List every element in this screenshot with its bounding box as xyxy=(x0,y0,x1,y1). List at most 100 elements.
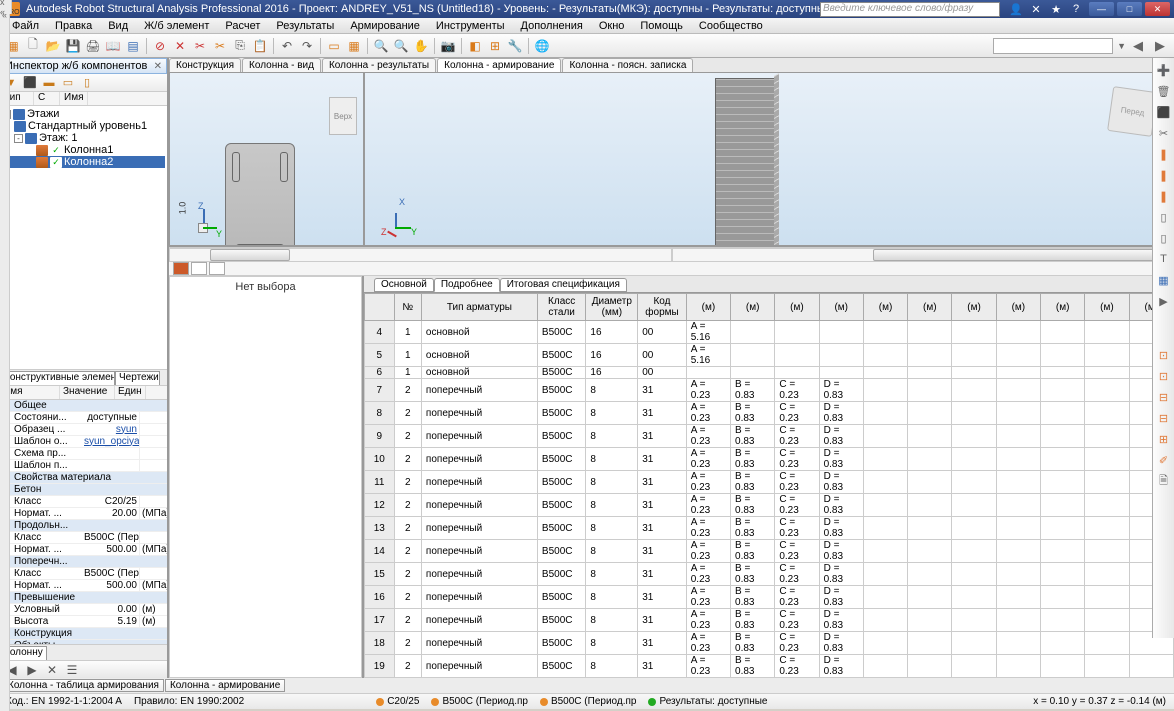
menu-community[interactable]: Сообщество xyxy=(691,20,771,32)
table-row[interactable]: 132поперечныйB500C831A = 0.23B = 0.83C =… xyxy=(365,517,1174,540)
search-input[interactable]: Введите ключевое слово/фразу xyxy=(820,2,1000,17)
inspector-close-icon[interactable]: ✕ xyxy=(154,61,162,72)
new-icon[interactable]: 🗋 xyxy=(24,37,42,55)
window-icon[interactable]: ▭ xyxy=(325,37,343,55)
help-icon[interactable]: ? xyxy=(1068,2,1084,16)
print-icon[interactable]: 🖨 xyxy=(84,37,102,55)
table-row[interactable]: 51основнойB500C1600A = 5.16 xyxy=(365,344,1174,367)
open-icon[interactable]: 📂 xyxy=(44,37,62,55)
rt-bar3-icon[interactable]: ❚ xyxy=(1155,187,1173,205)
table-row[interactable]: 192поперечныйB500C831A = 0.23B = 0.83C =… xyxy=(365,655,1174,678)
minimize-button[interactable]: — xyxy=(1089,2,1114,16)
table-row[interactable]: 172поперечныйB500C831A = 0.23B = 0.83C =… xyxy=(365,609,1174,632)
table-row[interactable]: 122поперечныйB500C831A = 0.23B = 0.83C =… xyxy=(365,494,1174,517)
maximize-button[interactable]: □ xyxy=(1117,2,1142,16)
rt-run-icon[interactable]: ▶ xyxy=(1155,292,1173,310)
tab-col-results[interactable]: Колонна - результаты xyxy=(322,58,436,72)
bottom-tab-table[interactable]: Колонна - таблица армирования xyxy=(3,679,164,692)
rt-bar-icon[interactable]: ❚ xyxy=(1155,145,1173,163)
btb-list-icon[interactable]: ☰ xyxy=(63,661,81,679)
calc-icon[interactable]: ▦ xyxy=(345,37,363,55)
table-row[interactable]: 72поперечныйB500C831A = 0.23B = 0.83C = … xyxy=(365,379,1174,402)
vm-1-icon[interactable] xyxy=(173,262,189,275)
menu-edit[interactable]: Правка xyxy=(47,20,100,32)
tab-col-note[interactable]: Колонна - поясн. записка xyxy=(562,58,693,72)
layout-selector[interactable] xyxy=(993,38,1113,54)
insp-wall-icon[interactable]: ▯ xyxy=(79,75,95,90)
rt-sect-icon[interactable]: ⬛ xyxy=(1155,103,1173,121)
copy-icon[interactable]: ⎘ xyxy=(231,37,249,55)
table-row[interactable]: 152поперечныйB500C831A = 0.23B = 0.83C =… xyxy=(365,563,1174,586)
redo-icon[interactable]: ↷ xyxy=(298,37,316,55)
table-row[interactable]: 41основнойB500C1600A = 5.16 xyxy=(365,321,1174,344)
tree-root[interactable]: -Этажи xyxy=(2,108,165,120)
tab-construction[interactable]: Конструкция xyxy=(169,58,241,72)
rt-rebar6-icon[interactable]: ✐ xyxy=(1155,451,1173,469)
zoom-out-icon[interactable]: 🔍 xyxy=(392,37,410,55)
preview-icon[interactable]: 📖 xyxy=(104,37,122,55)
web-icon[interactable]: 🌐 xyxy=(533,37,551,55)
insp-slab-icon[interactable]: ▭ xyxy=(60,75,76,90)
rt-delete-icon[interactable]: 🗑 xyxy=(1155,82,1173,100)
iso-icon[interactable]: ◧ xyxy=(466,37,484,55)
table-row[interactable]: 112поперечныйB500C831A = 0.23B = 0.83C =… xyxy=(365,471,1174,494)
viewport-scrollbar[interactable] xyxy=(169,247,1174,262)
view-cube[interactable]: Перед xyxy=(1107,86,1158,137)
rt-rebar3-icon[interactable]: ⊟ xyxy=(1155,388,1173,406)
component-tree[interactable]: -Этажи Стандартный уровень1 -Этаж: 1 ✓Ко… xyxy=(0,106,167,369)
tab-main[interactable]: Основной xyxy=(374,278,434,292)
panel-collapse-handle[interactable]: x« xyxy=(0,0,10,711)
pan-icon[interactable]: ✋ xyxy=(412,37,430,55)
rt-rebar2-icon[interactable]: ⊡ xyxy=(1155,367,1173,385)
insp-beam-icon[interactable]: ▬ xyxy=(41,75,57,90)
rt-text-icon[interactable]: T xyxy=(1155,250,1173,268)
cancel-icon[interactable]: ⊘ xyxy=(151,37,169,55)
zoom-icon[interactable]: 🔍 xyxy=(372,37,390,55)
vm-3-icon[interactable] xyxy=(209,262,225,275)
rt-doc-icon[interactable]: 🗎 xyxy=(1155,472,1173,490)
tab-drawings[interactable]: Чертежи xyxy=(115,371,160,385)
rt-plus-icon[interactable]: ➕ xyxy=(1155,61,1173,79)
tab-spec[interactable]: Итоговая спецификация xyxy=(500,278,627,292)
cut-icon[interactable]: ✂ xyxy=(191,37,209,55)
btb-fwd-icon[interactable]: ▶ xyxy=(23,661,41,679)
nav-back-icon[interactable]: ◀ xyxy=(1128,37,1148,55)
menu-addins[interactable]: Дополнения xyxy=(513,20,591,32)
signin-icon[interactable]: 👤 xyxy=(1008,2,1024,16)
rt-rebar5-icon[interactable]: ⊞ xyxy=(1155,430,1173,448)
menu-file[interactable]: Файл xyxy=(4,20,47,32)
table-row[interactable]: 102поперечныйB500C831A = 0.23B = 0.83C =… xyxy=(365,448,1174,471)
tab-col-view[interactable]: Колонна - вид xyxy=(242,58,321,72)
table-row[interactable]: 142поперечныйB500C831A = 0.23B = 0.83C =… xyxy=(365,540,1174,563)
table-row[interactable]: 162поперечныйB500C831A = 0.23B = 0.83C =… xyxy=(365,586,1174,609)
rt-cut-icon[interactable]: ✂ xyxy=(1155,124,1173,142)
rt-col1-icon[interactable]: ▯ xyxy=(1155,208,1173,226)
tree-floor[interactable]: -Этаж: 1 xyxy=(2,132,165,144)
menu-tools[interactable]: Инструменты xyxy=(428,20,513,32)
tree-column2-selected[interactable]: ✓Колонна2 xyxy=(2,156,165,168)
rt-col2-icon[interactable]: ▯ xyxy=(1155,229,1173,247)
table-row[interactable]: 82поперечныйB500C831A = 0.23B = 0.83C = … xyxy=(365,402,1174,425)
cut2-icon[interactable]: ✂ xyxy=(211,37,229,55)
menu-rc-element[interactable]: Ж/б элемент xyxy=(136,20,217,32)
insp-col-icon[interactable]: ⬛ xyxy=(22,75,38,90)
panel-collapse-handle-2[interactable]: x « xyxy=(0,0,12,14)
screenshot-icon[interactable]: 📷 xyxy=(439,37,457,55)
page-icon[interactable]: ▤ xyxy=(124,37,142,55)
settings-icon[interactable]: 🔧 xyxy=(506,37,524,55)
btb-del-icon[interactable]: ✕ xyxy=(43,661,61,679)
table-row[interactable]: 182поперечныйB500C831A = 0.23B = 0.83C =… xyxy=(365,632,1174,655)
rt-calc-icon[interactable]: ▦ xyxy=(1155,271,1173,289)
rt-rebar1-icon[interactable]: ⊡ xyxy=(1155,346,1173,364)
favorite-icon[interactable]: ★ xyxy=(1048,2,1064,16)
close-button[interactable]: ✕ xyxy=(1145,2,1170,16)
menu-window[interactable]: Окно xyxy=(591,20,633,32)
exchange-icon[interactable]: ✕ xyxy=(1028,2,1044,16)
menu-results[interactable]: Результаты xyxy=(268,20,342,32)
tab-details[interactable]: Подробнее xyxy=(434,278,500,292)
nav-fwd-icon[interactable]: ▶ xyxy=(1150,37,1170,55)
table-row[interactable]: 92поперечныйB500C831A = 0.23B = 0.83C = … xyxy=(365,425,1174,448)
menu-reinforcement[interactable]: Армирование xyxy=(342,20,428,32)
viewport-section[interactable]: 1.0 0.0 0.0 5.0 Верх ZY xyxy=(169,72,364,246)
tree-column1[interactable]: ✓Колонна1 xyxy=(2,144,165,156)
